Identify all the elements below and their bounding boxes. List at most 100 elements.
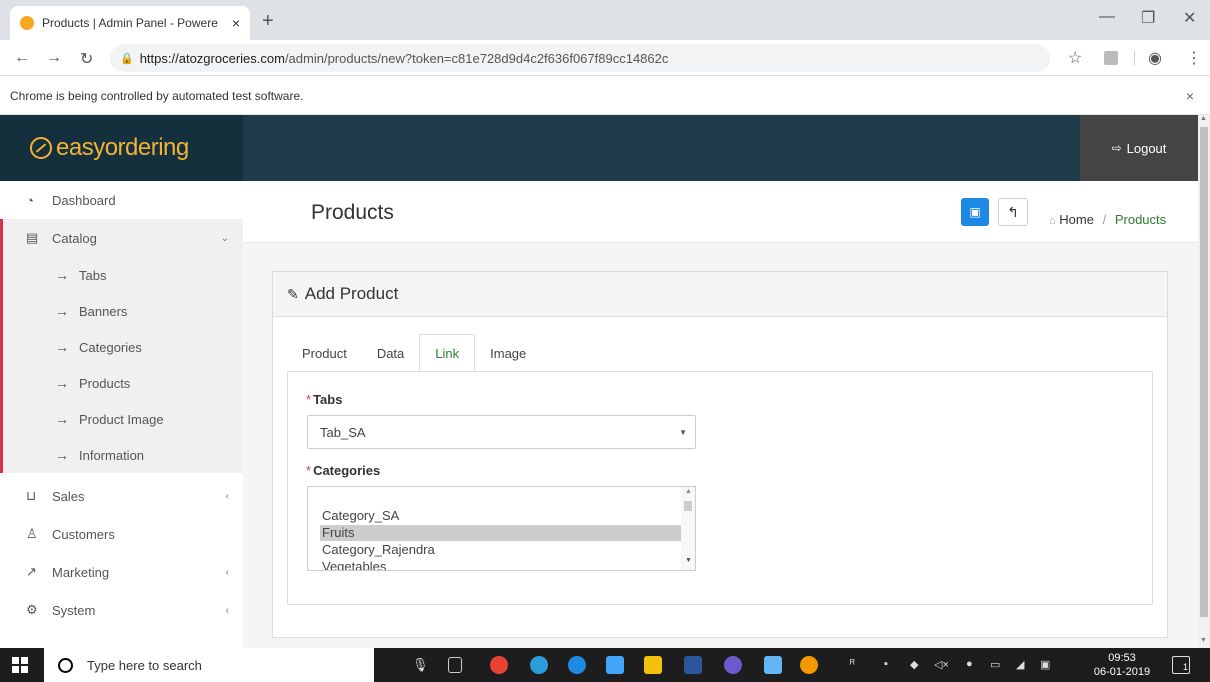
cortana-icon [58, 657, 73, 673]
network-tray-icon[interactable]: ● [966, 658, 973, 670]
extension-icon[interactable] [1104, 51, 1118, 65]
category-option-selected[interactable]: Fruits [320, 525, 682, 541]
people-icon[interactable]: ᴿ [850, 658, 855, 670]
reply-icon: ↰ [1007, 203, 1019, 220]
categories-field-label: * Categories [306, 463, 380, 478]
sidebar-subitem-label: Tabs [79, 267, 107, 283]
chrome-active-app-icon[interactable] [800, 656, 818, 674]
excel-tray-icon[interactable]: ▣ [1040, 658, 1050, 671]
chevron-left-icon: ‹ [225, 490, 229, 502]
tool-app-icon[interactable] [764, 656, 782, 674]
sidebar-subitem-categories[interactable]: → Categories [3, 329, 243, 365]
word-app-icon[interactable] [684, 656, 702, 674]
sidebar-subitem-tabs[interactable]: → Tabs [3, 257, 243, 293]
logout-button[interactable]: ⇨ Logout [1080, 115, 1198, 181]
sidebar-subitem-label: Categories [79, 339, 142, 355]
listbox-scrollbar[interactable]: ▲ ▼ [681, 487, 695, 570]
infobar-text: Chrome is being controlled by automated … [10, 88, 304, 103]
scroll-down-icon[interactable]: ▼ [685, 557, 692, 564]
categories-listbox[interactable]: Category_SA Fruits Category_Rajendra Veg… [307, 486, 696, 571]
link-tab-body: * Tabs Tab_SA ▼ * Categories Category_SA F… [287, 371, 1153, 605]
browser-tab-title: Products | Admin Panel - Powere [42, 16, 218, 30]
scroll-up-icon[interactable]: ▲ [1200, 115, 1207, 122]
tab-image[interactable]: Image [475, 334, 541, 372]
favicon-icon [20, 16, 34, 30]
sidebar-item-label: Sales [52, 488, 85, 504]
task-view-icon[interactable] [448, 657, 462, 673]
wifi-icon[interactable]: ◢ [1016, 658, 1024, 671]
sidebar-subitem-product-image[interactable]: → Product Image [3, 401, 243, 437]
volume-icon[interactable]: ◁× [934, 658, 949, 671]
reload-icon[interactable]: ↻ [80, 49, 93, 69]
infobar-close-icon[interactable]: × [1186, 88, 1194, 104]
chrome-app-icon[interactable] [490, 656, 508, 674]
scroll-up-icon[interactable]: ▲ [685, 488, 692, 495]
browser-tab[interactable]: Products | Admin Panel - Powere × [10, 6, 250, 40]
close-tab-icon[interactable]: × [232, 15, 240, 31]
sidebar-item-label: System [52, 602, 96, 618]
sidebar-catalog-group: ▤ Catalog ⌄ → Tabs → Banners → Categorie… [0, 219, 243, 473]
sticky-notes-icon[interactable] [644, 656, 662, 674]
file-explorer-icon[interactable] [606, 656, 624, 674]
listbox-scroll-thumb[interactable] [684, 501, 692, 511]
chevron-left-icon: ‹ [225, 604, 229, 616]
brand-logo[interactable]: easyordering [0, 115, 243, 181]
sidebar-subitem-products[interactable]: → Products [3, 365, 243, 401]
clock-time: 09:53 [1108, 652, 1136, 664]
forward-icon[interactable]: → [46, 49, 62, 67]
menu-icon[interactable]: ⋮ [1186, 48, 1202, 68]
notification-count: 1 [1182, 662, 1188, 672]
categories-label-text: Categories [313, 463, 381, 478]
notification-center-icon[interactable]: 1 [1172, 656, 1190, 674]
browser-tab-strip: Products | Admin Panel - Powere × + — ❐ … [0, 0, 1210, 40]
tab-product[interactable]: Product [287, 334, 362, 372]
scroll-down-icon[interactable]: ▼ [1200, 637, 1207, 644]
sidebar-subitem-banners[interactable]: → Banners [3, 293, 243, 329]
back-button[interactable]: ↰ [998, 198, 1028, 226]
url-input[interactable]: 🔒 https://atozgroceries.com /admin/produ… [110, 44, 1050, 72]
sidebar-item-catalog[interactable]: ▤ Catalog ⌄ [3, 219, 243, 257]
url-host: https://atozgroceries.com [139, 50, 285, 66]
taskbar-search-input[interactable]: Type here to search [44, 648, 374, 682]
battery-icon[interactable]: ▭ [990, 658, 1000, 671]
tab-data[interactable]: Data [362, 334, 419, 372]
restore-icon[interactable]: ❐ [1141, 8, 1155, 28]
category-option[interactable]: Category_SA [320, 508, 682, 524]
edge-app-icon[interactable] [568, 656, 586, 674]
back-icon[interactable]: ← [14, 49, 30, 67]
breadcrumb-current[interactable]: Products [1115, 212, 1166, 227]
arrow-right-icon: → [55, 375, 69, 391]
sidebar-item-label: Dashboard [52, 192, 116, 208]
close-window-icon[interactable]: ✕ [1183, 8, 1196, 28]
microphone-icon[interactable]: 🎙 [412, 657, 429, 673]
main-content: Products ▣ ↰ ⌂ Home / Products ✎ Add Pro… [243, 181, 1198, 648]
scroll-thumb[interactable] [1200, 127, 1208, 617]
sidebar-item-system[interactable]: ⚙ System ‹ [0, 591, 243, 629]
profile-icon[interactable]: ◉ [1148, 48, 1162, 68]
minimize-icon[interactable]: — [1099, 8, 1115, 26]
category-option[interactable]: Vegetables [320, 559, 682, 570]
sidebar-item-sales[interactable]: ⊔ Sales ‹ [0, 477, 243, 515]
clock-date: 06-01-2019 [1093, 666, 1151, 678]
star-icon[interactable]: ☆ [1068, 48, 1082, 68]
page-scrollbar[interactable]: ▲ ▼ [1198, 115, 1210, 648]
save-icon: ▣ [969, 205, 981, 219]
taskbar-clock[interactable]: 09:53 06-01-2019 [1092, 651, 1152, 679]
save-button[interactable]: ▣ [961, 198, 989, 226]
sidebar-item-customers[interactable]: ♙ Customers [0, 515, 243, 553]
eclipse-app-icon[interactable] [724, 656, 742, 674]
sidebar-subitem-label: Information [79, 447, 145, 463]
breadcrumb-home[interactable]: Home [1059, 212, 1094, 227]
chevron-left-icon: ‹ [225, 566, 229, 578]
tray-app-icon[interactable]: ▪ [884, 658, 888, 670]
globe-app-icon[interactable] [530, 656, 548, 674]
shield-icon[interactable]: ◆ [910, 658, 918, 671]
new-tab-button[interactable]: + [262, 10, 274, 33]
tab-link[interactable]: Link [419, 334, 476, 372]
windows-start-icon[interactable] [12, 657, 28, 673]
sidebar-subitem-information[interactable]: → Information [3, 437, 243, 473]
tabs-select[interactable]: Tab_SA ▼ [307, 415, 696, 449]
category-option[interactable]: Category_Rajendra [320, 542, 682, 558]
sidebar-item-marketing[interactable]: ↗ Marketing ‹ [0, 553, 243, 591]
sidebar-item-dashboard[interactable]: ◔ Dashboard [0, 181, 243, 219]
